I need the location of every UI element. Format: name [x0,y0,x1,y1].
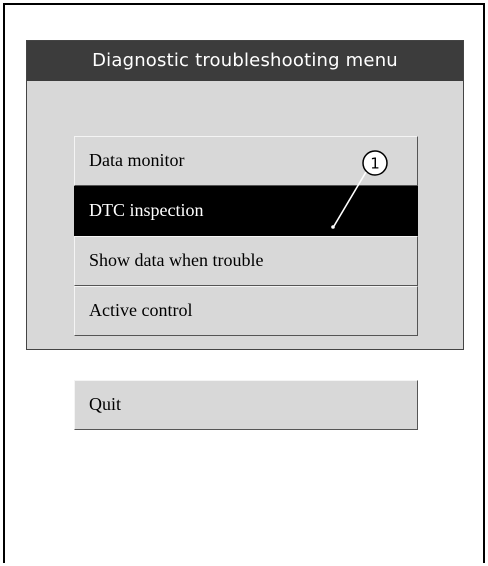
show-data-when-trouble-button[interactable]: Show data when trouble [74,236,418,286]
data-monitor-button[interactable]: Data monitor [74,136,418,186]
dtc-inspection-button[interactable]: DTC inspection [74,186,418,236]
panel-title: Diagnostic troubleshooting menu [27,41,463,81]
quit-button[interactable]: Quit [74,380,418,430]
active-control-button[interactable]: Active control [74,286,418,336]
